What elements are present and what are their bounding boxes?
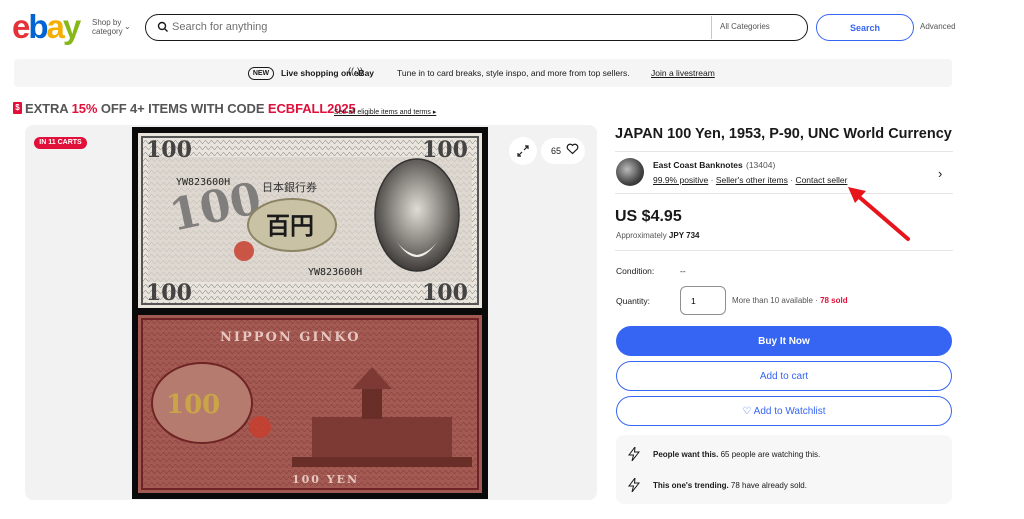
lightning-icon	[628, 478, 640, 492]
front-corner-tl: 100	[146, 137, 192, 163]
ebay-logo[interactable]: ebay	[12, 10, 86, 44]
search-button[interactable]: Search	[816, 14, 914, 41]
add-to-watchlist-button[interactable]: ♡ Add to Watchlist	[616, 396, 952, 426]
coupon-prefix: EXTRA	[25, 101, 72, 116]
coupon-icon: $	[13, 102, 22, 114]
serial-number-top: YW823600H	[176, 177, 230, 188]
front-corner-bl: 100	[146, 280, 192, 306]
logo-letter-e: e	[12, 8, 30, 45]
sold-count: 78 sold	[820, 296, 848, 305]
approx-value: JPY 734	[668, 231, 700, 240]
seller-avatar[interactable]	[616, 158, 644, 186]
logo-letter-b: b	[28, 8, 48, 45]
signal-watching-text: 65 people are watching this.	[718, 450, 821, 459]
quantity-label: Quantity:	[616, 296, 651, 306]
bank-name: 日本銀行券	[262, 180, 317, 194]
front-corner-br: 100	[422, 280, 468, 306]
seller-other-items-link[interactable]: Seller's other items	[716, 175, 788, 185]
shop-by-line2: category	[92, 27, 123, 36]
back-yen-label: 100 YEN	[292, 473, 359, 486]
banknote-illustration: 100 100 100 100 100 YW823600H YW823600H …	[138, 133, 482, 493]
search-icon	[157, 21, 168, 32]
buy-it-now-button[interactable]: Buy It Now	[616, 326, 952, 356]
condition-value: --	[680, 266, 686, 276]
shop-by-line1: Shop by	[92, 18, 122, 27]
advanced-search-link[interactable]: Advanced	[920, 22, 956, 31]
back-value: 100	[166, 390, 220, 420]
coupon-percent: 15%	[71, 101, 98, 116]
availability: More than 10 available · 78 sold	[732, 296, 848, 305]
availability-text: More than 10 available ·	[732, 296, 821, 305]
watch-count: 65	[551, 146, 562, 156]
coupon-headline: EXTRA 15% OFF 4+ ITEMS WITH CODE ECBFALL…	[25, 101, 356, 116]
shop-by-category[interactable]: Shop by category	[92, 18, 123, 36]
divider	[615, 151, 953, 152]
item-title: JAPAN 100 Yen, 1953, P-90, UNC World Cur…	[615, 126, 952, 142]
serial-number-bottom: YW823600H	[308, 267, 362, 278]
annotation-arrow	[848, 187, 910, 241]
category-select[interactable]: All Categories	[720, 22, 770, 31]
search-input[interactable]	[172, 19, 702, 35]
signal-watching: People want this. 65 people are watching…	[653, 450, 820, 459]
seller-positive-link[interactable]: 99.9% positive	[653, 175, 708, 185]
in-carts-badge: IN 11 CARTS	[34, 137, 87, 149]
demand-signals	[616, 435, 952, 504]
divider	[615, 250, 953, 251]
item-price: US $4.95	[615, 208, 682, 225]
logo-letter-y: y	[62, 8, 81, 45]
add-to-cart-button[interactable]: Add to cart	[616, 361, 952, 391]
seller-feedback-count: (13404)	[746, 160, 776, 170]
expand-image-button[interactable]	[509, 137, 537, 165]
back-title: NIPPON GINKO	[220, 330, 361, 345]
expand-icon	[517, 145, 529, 157]
live-broadcast-icon: ((·))	[348, 66, 363, 76]
new-badge: NEW	[248, 67, 274, 80]
signal-watching-strong: People want this.	[653, 450, 719, 459]
front-corner-tr: 100	[422, 137, 468, 163]
chevron-down-icon[interactable]: ⌄	[124, 22, 131, 31]
condition-label: Condition:	[616, 266, 655, 276]
coupon-terms-link[interactable]: See all eligible items and terms ▸	[334, 108, 436, 116]
denomination-kanji: 百円	[266, 212, 314, 240]
quantity-input[interactable]	[680, 286, 726, 315]
category-divider	[711, 16, 712, 39]
approx-label: Approximately	[616, 231, 669, 240]
seller-links: 99.9% positive · Seller's other items · …	[653, 175, 848, 185]
banknote-image[interactable]: 100 100 100 100 100 YW823600H YW823600H …	[132, 127, 488, 499]
signal-trending-strong: This one's trending.	[653, 481, 729, 490]
chevron-right-icon[interactable]: ›	[938, 166, 942, 181]
lightning-icon	[628, 447, 640, 461]
logo-letter-a: a	[46, 8, 65, 45]
join-livestream-link[interactable]: Join a livestream	[651, 68, 715, 78]
banner-text: Tune in to card breaks, style inspo, and…	[397, 68, 630, 78]
signal-trending: This one's trending. 78 have already sol…	[653, 481, 807, 490]
approx-price: Approximately JPY 734	[616, 231, 699, 240]
heart-icon	[566, 143, 579, 155]
seller-name[interactable]: East Coast Banknotes	[653, 160, 743, 170]
coupon-middle: OFF 4+ ITEMS WITH CODE	[97, 101, 268, 116]
signal-trending-text: 78 have already sold.	[728, 481, 807, 490]
